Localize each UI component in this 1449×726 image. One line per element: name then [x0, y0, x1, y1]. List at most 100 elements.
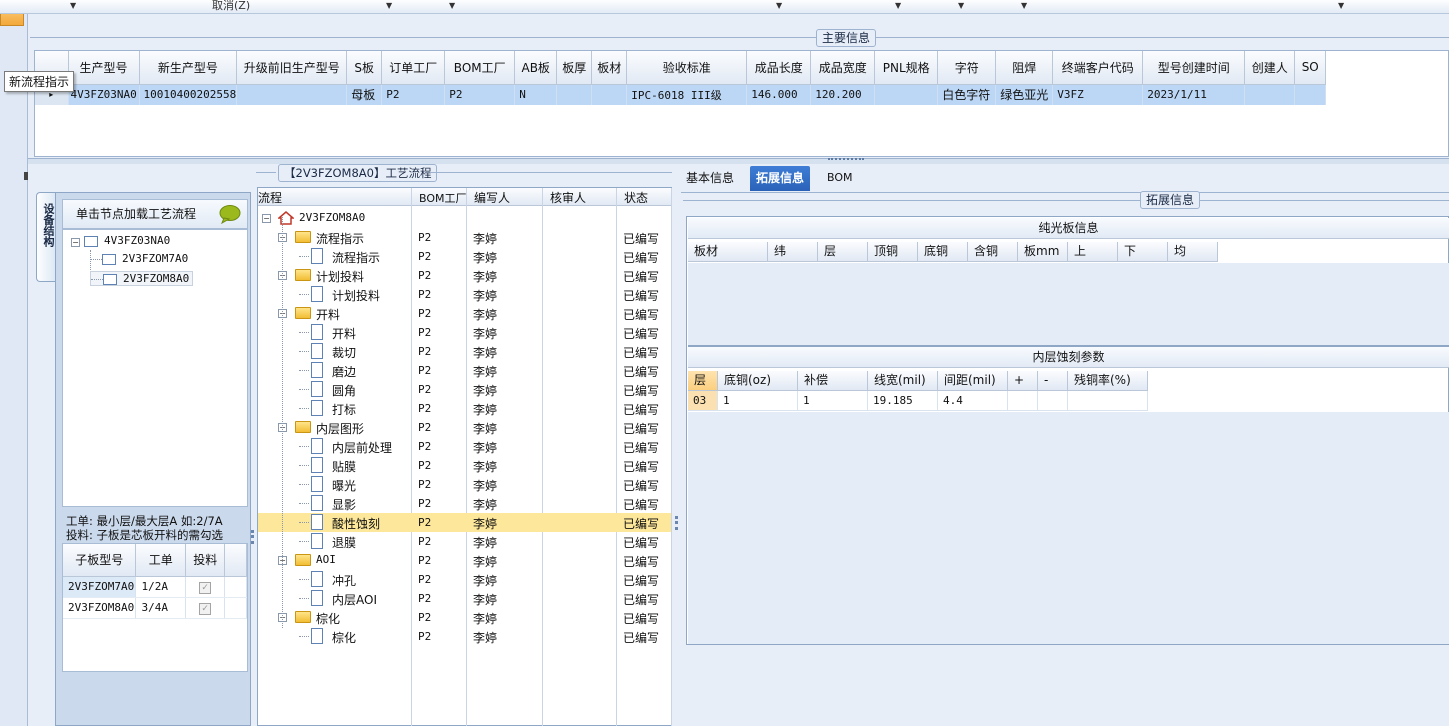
cell-character[interactable]: 白色字符	[937, 84, 997, 105]
horizontal-splitter[interactable]	[28, 158, 1449, 164]
column-header[interactable]: BOM工厂	[444, 51, 516, 85]
table-row[interactable]: 2V3FZOM8A0 3/4A ✓	[63, 597, 247, 619]
table-row[interactable]: 2V3FZOM7A0 1/2A ✓	[63, 576, 247, 598]
process-step-row[interactable]: 显影 P2 李婷 已编写	[258, 494, 671, 513]
cancel-button[interactable]: 取消(Z)	[212, 0, 250, 13]
cell-s-board[interactable]: 母板	[346, 84, 383, 105]
process-step-row[interactable]: 贴膜 P2 李婷 已编写	[258, 456, 671, 475]
etch-cell[interactable]: 19.185	[868, 391, 938, 411]
process-step-row[interactable]: 冲孔 P2 李婷 已编写	[258, 570, 671, 589]
column-header[interactable]: 升级前旧生产型号	[236, 51, 348, 85]
column-header[interactable]: 编写人	[474, 189, 510, 206]
cell-model[interactable]: 4V3FZ03NA0	[68, 84, 140, 105]
process-category-row[interactable]: − 棕化 P2 李婷 已编写	[258, 608, 671, 627]
process-step-row[interactable]: 打标 P2 李婷 已编写	[258, 399, 671, 418]
process-step-row[interactable]: 开料 P2 李婷 已编写	[258, 323, 671, 342]
column-header[interactable]: 生产型号	[68, 51, 140, 85]
column-header[interactable]: 核审人	[550, 189, 586, 206]
column-header[interactable]: 纬	[768, 242, 818, 262]
process-step-row[interactable]: 曝光 P2 李婷 已编写	[258, 475, 671, 494]
etch-cell[interactable]: 03	[688, 391, 718, 411]
cell-sub-model[interactable]: 2V3FZOM7A0	[63, 576, 137, 598]
cell-so[interactable]	[1294, 84, 1327, 105]
cell-solder-mask[interactable]: 绿色亚光	[995, 84, 1054, 105]
feed-checkbox[interactable]: ✓	[199, 602, 212, 615]
column-header[interactable]: 板材	[688, 242, 768, 262]
etch-cell[interactable]	[1008, 391, 1038, 411]
tree-node[interactable]: 2V3FZOM7A0	[90, 252, 188, 265]
column-header[interactable]: 下	[1118, 242, 1168, 262]
column-header[interactable]: 成品长度	[746, 51, 812, 85]
column-header[interactable]: 线宽(mil)	[868, 371, 938, 391]
column-header[interactable]: 流程	[258, 189, 282, 206]
column-header[interactable]: 子板型号	[63, 544, 137, 577]
column-header[interactable]: 板厚	[556, 51, 593, 85]
column-header[interactable]: 字符	[937, 51, 997, 85]
process-category-row[interactable]: − AOI P2 李婷 已编写	[258, 551, 671, 570]
etch-cell[interactable]	[1038, 391, 1068, 411]
tab-bom[interactable]: BOM	[821, 166, 859, 191]
cell-customer-code[interactable]: V3FZ	[1052, 84, 1144, 105]
chevron-down-icon[interactable]: ▼	[776, 1, 782, 10]
cell-sub-work[interactable]: 1/2A	[135, 576, 187, 598]
column-header[interactable]: 创建人	[1244, 51, 1296, 85]
process-step-row[interactable]: 流程指示 P2 李婷 已编写	[258, 247, 671, 266]
process-step-row[interactable]: 磨边 P2 李婷 已编写	[258, 361, 671, 380]
column-header[interactable]: 均	[1168, 242, 1218, 262]
chevron-down-icon[interactable]: ▼	[70, 1, 76, 10]
column-header[interactable]: 订单工厂	[381, 51, 446, 85]
splitter-grip-icon[interactable]	[828, 158, 864, 162]
table-row[interactable]: ▸ 4V3FZ03NA0 10010400202558 母板 P2 P2 N I…	[35, 84, 1327, 105]
column-header[interactable]: BOM工厂	[419, 190, 467, 206]
process-step-row[interactable]: 内层AOI P2 李婷 已编写	[258, 589, 671, 608]
column-header[interactable]: 工单	[135, 544, 187, 577]
process-category-row[interactable]: − 内层图形 P2 李婷 已编写	[258, 418, 671, 437]
cell-width[interactable]: 120.200	[810, 84, 876, 105]
main-info-grid[interactable]: 生产型号 新生产型号 升级前旧生产型号 S板 订单工厂 BOM工厂 AB板 板厚…	[34, 50, 1449, 157]
laminate-grid-body[interactable]	[688, 263, 1449, 345]
cell-sub-work[interactable]: 3/4A	[135, 597, 187, 619]
process-step-row[interactable]: 退膜 P2 李婷 已编写	[258, 532, 671, 551]
column-header[interactable]: 补偿	[798, 371, 868, 391]
cell-sub-model[interactable]: 2V3FZOM8A0	[63, 597, 137, 619]
column-header[interactable]: 新生产型号	[139, 51, 238, 85]
column-header[interactable]: 上	[1068, 242, 1118, 262]
column-header[interactable]: 阻焊	[995, 51, 1054, 85]
process-step-row[interactable]: 酸性蚀刻 P2 李婷 已编写	[258, 513, 671, 532]
process-step-row[interactable]: 棕化 P2 李婷 已编写	[258, 627, 671, 646]
column-header[interactable]: S板	[346, 51, 383, 85]
chevron-down-icon[interactable]: ▼	[958, 1, 964, 10]
etch-cell[interactable]: 4.4	[938, 391, 1008, 411]
column-header[interactable]: PNL规格	[874, 51, 939, 85]
column-header[interactable]: 间距(mil)	[938, 371, 1008, 391]
column-header[interactable]: +	[1008, 371, 1038, 391]
cell-thickness[interactable]	[556, 84, 593, 105]
etch-cell[interactable]: 1	[718, 391, 798, 411]
column-header[interactable]: SO	[1294, 51, 1327, 85]
cell-material[interactable]	[591, 84, 628, 105]
cell-old-model[interactable]	[236, 84, 348, 105]
splitter-grip-icon[interactable]	[675, 516, 678, 530]
chevron-down-icon[interactable]: ▼	[1338, 1, 1344, 10]
column-header[interactable]: 残铜率(%)	[1068, 371, 1148, 391]
etch-cell[interactable]: 1	[798, 391, 868, 411]
chevron-down-icon[interactable]: ▼	[449, 1, 455, 10]
process-step-row[interactable]: 圆角 P2 李婷 已编写	[258, 380, 671, 399]
etch-grid-body[interactable]	[688, 412, 1449, 644]
cell-length[interactable]: 146.000	[746, 84, 812, 105]
column-header[interactable]: 底铜	[918, 242, 968, 262]
feed-checkbox[interactable]: ✓	[199, 581, 212, 594]
process-step-row[interactable]: 裁切 P2 李婷 已编写	[258, 342, 671, 361]
cell-ab-board[interactable]: N	[514, 84, 558, 105]
column-header[interactable]: 终端客户代码	[1052, 51, 1144, 85]
column-header[interactable]: 状态	[624, 189, 648, 206]
tree-node-selected[interactable]: 2V3FZOM8A0	[90, 271, 194, 286]
chevron-down-icon[interactable]: ▼	[895, 1, 901, 10]
column-header[interactable]: 投料	[185, 544, 226, 577]
splitter-grip-icon[interactable]	[251, 530, 254, 544]
column-header[interactable]: 板mm	[1018, 242, 1068, 262]
column-header[interactable]: 层	[688, 371, 718, 391]
tab-extended-info[interactable]: 拓展信息	[750, 166, 811, 191]
column-header[interactable]: 成品宽度	[810, 51, 876, 85]
column-header[interactable]: AB板	[514, 51, 558, 85]
